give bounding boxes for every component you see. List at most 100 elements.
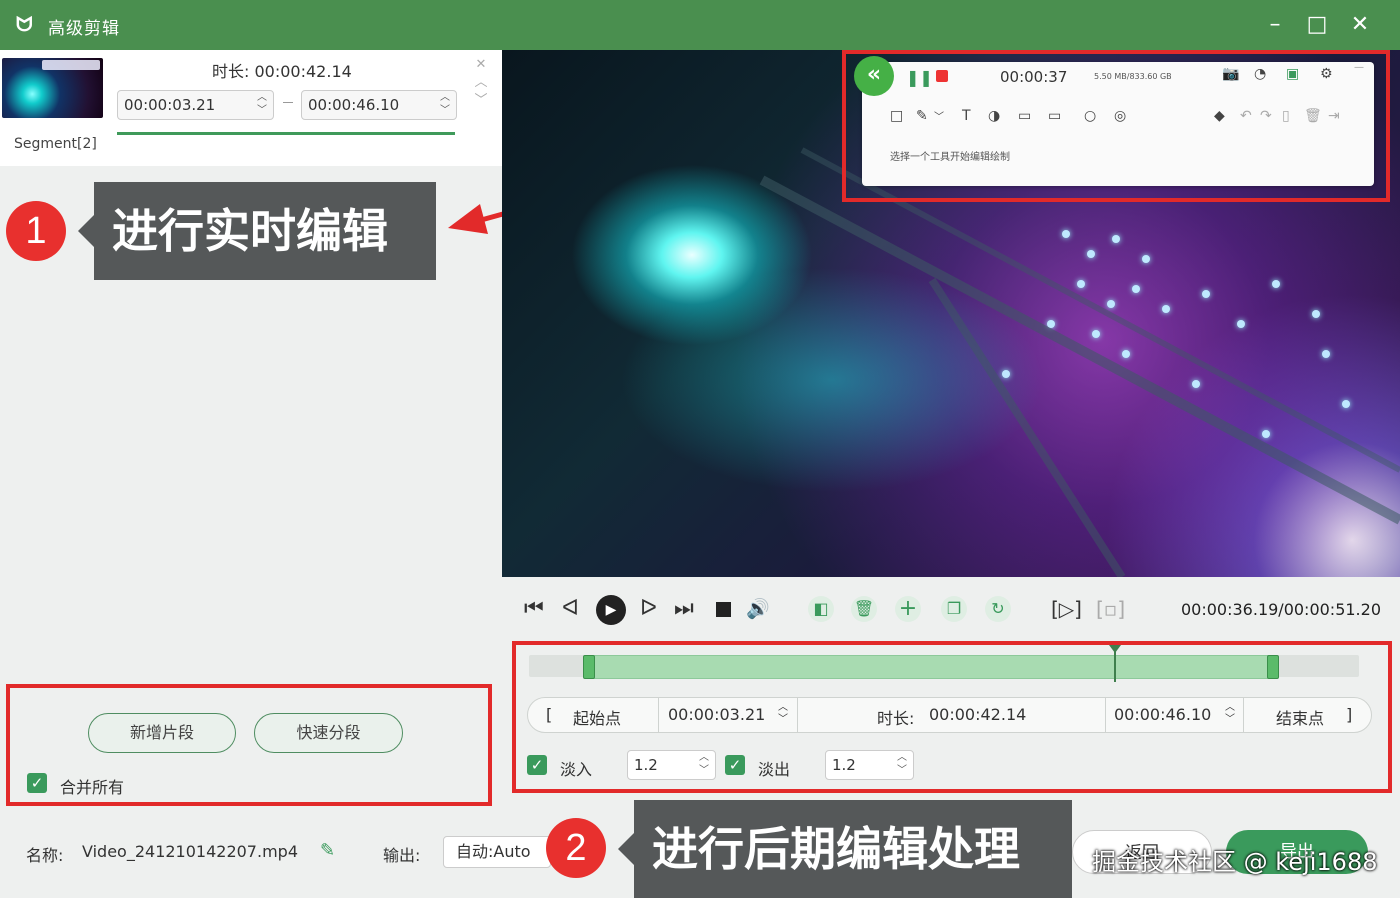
eraser-icon[interactable]: ◆ [1214, 108, 1225, 124]
annotation-badge-1: 1 [6, 201, 66, 261]
filename-label: 名称: [26, 846, 64, 865]
zoom-tool-icon[interactable]: ○ [1084, 108, 1096, 124]
add-icon[interactable]: + [895, 596, 921, 622]
segment-side-controls: ✕ ︿ ﹀ [472, 56, 490, 110]
fade-out-value: 1.2 [832, 756, 856, 774]
watermark: 掘金技术社区 @ keji1688 [1092, 848, 1378, 876]
play-button[interactable]: ▶ [596, 595, 626, 625]
timeline-selection[interactable] [589, 655, 1275, 679]
pause-icon[interactable]: ❚❚ [906, 68, 933, 87]
clear-icon[interactable]: ▯ [1282, 108, 1290, 124]
add-segment-button[interactable]: 新增片段 [88, 713, 236, 753]
start-bracket-icon: [ [546, 705, 553, 724]
recorder-toolbar: « ❚❚ 00:00:37 5.50 MB/833.60 GB 📷 ◔ ▣ ⚙ … [854, 56, 1374, 186]
output-label: 输出: [383, 846, 421, 865]
fade-in-value: 1.2 [634, 756, 658, 774]
trim-end-value[interactable]: 00:00:46.10 [1114, 705, 1211, 724]
duration-value: 00:00:42.14 [254, 62, 352, 81]
trim-duration-label: 时长: [877, 709, 915, 728]
trim-row: [ 起始点 00:00:03.21 ︿ ﹀ 时长: 00:00:42.14 00:… [527, 697, 1372, 733]
fade-in-input[interactable]: 1.2 ︿ ﹀ [627, 750, 716, 780]
pen-dropdown-icon[interactable]: ﹀ [934, 108, 944, 123]
fade-out-label: 淡出 [758, 760, 791, 779]
set-start-button[interactable]: 起始点 [573, 705, 621, 729]
move-up-icon[interactable]: ︿ [472, 74, 490, 92]
end-bracket-icon: ] [1346, 705, 1353, 724]
merge-all-label: 合并所有 [60, 778, 125, 797]
rectangle-tool-icon[interactable]: □ [890, 108, 903, 124]
minimize-button[interactable]: – [1260, 10, 1290, 40]
stop-icon[interactable] [936, 70, 948, 82]
trim-duration-value: 00:00:42.14 [929, 705, 1027, 724]
trim-start-handle[interactable] [583, 655, 595, 679]
trim-start-value[interactable]: 00:00:03.21 [668, 705, 765, 724]
recorder-hint: 选择一个工具开始编辑绘制 [890, 152, 1010, 163]
spinner-arrows-icon[interactable]: ︿ ﹀ [897, 751, 907, 777]
playback-timecode: 00:00:36.19/00:00:51.20 [1181, 600, 1381, 619]
recorder-stats: 5.50 MB/833.60 GB [1094, 72, 1172, 81]
collapse-recorder-button[interactable]: « [854, 56, 894, 96]
redo-icon[interactable]: ↷ [1260, 108, 1272, 124]
output-select[interactable]: 自动:Auto [443, 836, 551, 868]
remove-segment-icon[interactable]: ✕ [472, 56, 490, 74]
fade-out-input[interactable]: 1.2 ︿ ﹀ [825, 750, 914, 780]
timer-icon[interactable]: ◔ [1254, 66, 1266, 82]
close-button[interactable]: ✕ [1345, 10, 1375, 40]
exit-draw-icon[interactable]: ⇥ [1328, 108, 1340, 124]
toolbox-icon[interactable]: ▣ [1286, 66, 1299, 82]
image-tool-icon[interactable]: ▭ [1018, 108, 1031, 124]
fade-in-checkbox[interactable]: ✓ [527, 755, 547, 775]
duration-label: 时长: [212, 62, 250, 81]
volume-icon[interactable]: 🔊 [746, 596, 770, 622]
merge-all-checkbox[interactable]: ✓ [27, 773, 47, 793]
prev-frame-icon[interactable]: ᐊ [562, 596, 579, 622]
quick-split-button[interactable]: 快速分段 [254, 713, 403, 753]
annotation-callout-1: 进行实时编辑 [78, 182, 436, 280]
skip-start-icon[interactable]: ⏮ [524, 596, 544, 622]
fade-out-checkbox[interactable]: ✓ [725, 755, 745, 775]
maximize-button[interactable]: □ [1302, 10, 1332, 40]
settings-icon[interactable]: ⚙ [1320, 66, 1333, 82]
set-end-button[interactable]: 结束点 [1276, 705, 1324, 729]
text-tool-icon[interactable]: T [962, 108, 971, 124]
end-spinner-icon[interactable]: ︿ ﹀ [1225, 702, 1235, 726]
title-bar: ᗢ 高级剪辑 – □ ✕ [0, 0, 1400, 50]
fit-selection-icon[interactable]: [▫] [1096, 596, 1125, 622]
stop-button[interactable] [716, 602, 731, 617]
blur-tool-icon[interactable]: ◑ [988, 108, 1000, 124]
copy-icon[interactable]: ❐ [941, 596, 967, 622]
spotlight-tool-icon[interactable]: ◎ [1114, 108, 1126, 124]
edit-name-icon[interactable]: ✎ [320, 840, 335, 861]
segment-end-input[interactable]: 00:00:46.10 ︿ ﹀ [301, 90, 457, 120]
segment-start-input[interactable]: 00:00:03.21 ︿ ﹀ [117, 90, 274, 120]
playhead-marker-icon[interactable] [1109, 645, 1121, 653]
spinner-arrows-icon[interactable]: ︿ ﹀ [699, 751, 709, 777]
range-dash [283, 102, 293, 103]
play-selection-icon[interactable]: [▷] [1051, 596, 1082, 622]
app-logo-icon: ᗢ [16, 12, 33, 36]
segment-duration: 时长: 00:00:42.14 [212, 58, 352, 82]
skip-end-icon[interactable]: ⏭ [674, 596, 694, 622]
minimize-recorder-icon[interactable]: — [1354, 62, 1364, 73]
reset-icon[interactable]: ↻ [985, 596, 1011, 622]
playhead[interactable] [1114, 650, 1116, 682]
spinner-arrows-icon[interactable]: ︿ ﹀ [257, 91, 267, 117]
trim-end-handle[interactable] [1267, 655, 1279, 679]
pen-tool-icon[interactable]: ✎ [916, 108, 928, 124]
delete-icon[interactable]: 🗑 [1304, 108, 1322, 124]
segment-thumbnail[interactable] [2, 58, 103, 118]
segment-progress-bar [117, 132, 455, 135]
callout-tool-icon[interactable]: ▭ [1048, 108, 1061, 124]
annotation-badge-2: 2 [546, 818, 606, 878]
recorder-time: 00:00:37 [1000, 68, 1068, 86]
window-title: 高级剪辑 [48, 19, 120, 39]
start-spinner-icon[interactable]: ︿ ﹀ [778, 702, 788, 726]
split-icon[interactable]: ◧ [808, 596, 834, 622]
next-frame-icon[interactable]: ᐅ [640, 596, 657, 622]
undo-icon[interactable]: ↶ [1240, 108, 1252, 124]
segment-name: Segment[2] [14, 136, 97, 152]
screenshot-icon[interactable]: 📷 [1222, 66, 1239, 82]
segment-end-value: 00:00:46.10 [308, 96, 400, 114]
delete-segment-icon[interactable]: 🗑 [851, 596, 877, 622]
move-down-icon[interactable]: ﹀ [472, 92, 490, 110]
